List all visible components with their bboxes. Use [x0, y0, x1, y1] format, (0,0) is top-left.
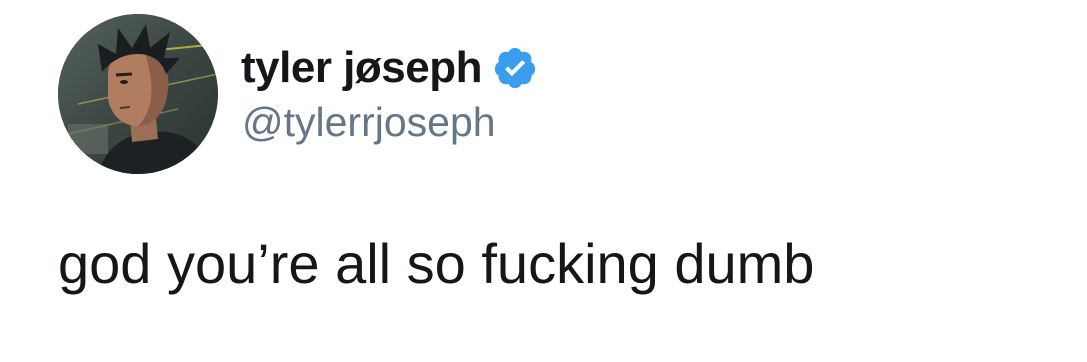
- author-name-row: tyler jøseph: [241, 38, 538, 98]
- avatar[interactable]: [58, 14, 218, 174]
- avatar-image: [58, 14, 218, 174]
- tweet-card: tyler jøseph @tylerrjoseph god you’re al…: [0, 0, 1087, 362]
- author-display-name[interactable]: tyler jøseph: [241, 46, 482, 90]
- tweet-body-text: god you’re all so fucking dumb: [58, 232, 815, 295]
- verified-badge-icon: [492, 45, 538, 91]
- author-handle[interactable]: @tylerrjoseph: [242, 99, 496, 145]
